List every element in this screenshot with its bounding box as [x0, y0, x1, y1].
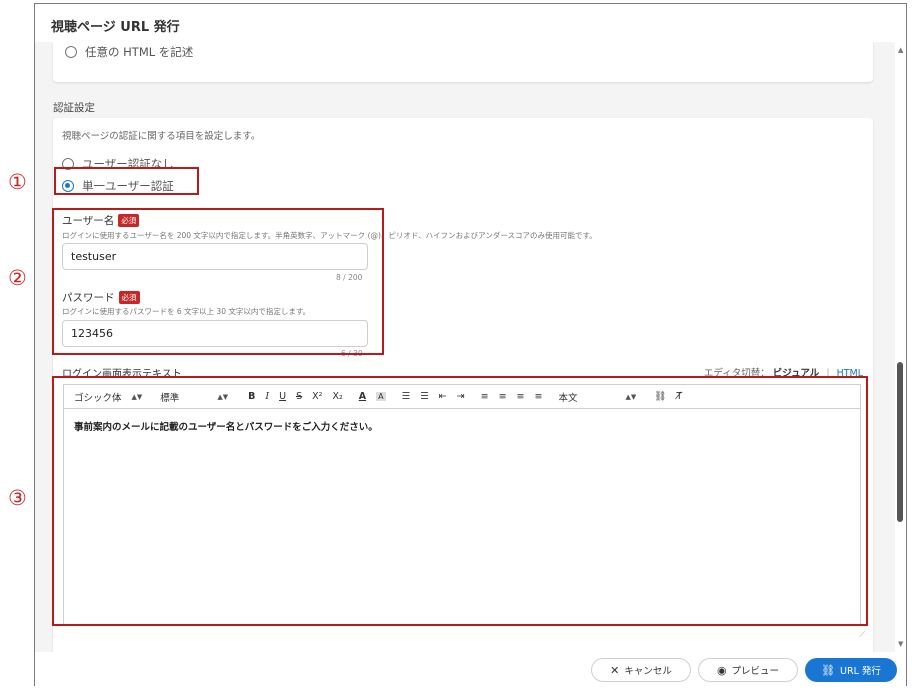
vertical-scrollbar[interactable]: ▲ ▼	[895, 42, 906, 652]
annotation-number-3: ③	[8, 486, 27, 510]
scrollbar-thumb[interactable]	[897, 362, 903, 522]
auth-description: 視聴ページの認証に関する項目を設定します。	[62, 131, 261, 142]
annotation-number-2: ②	[8, 266, 27, 290]
close-icon: ✕	[610, 663, 620, 677]
annotation-box-1	[54, 167, 199, 195]
annotation-box-3	[52, 376, 868, 626]
display-settings-card: 任意の HTML を記述	[53, 42, 873, 82]
link-icon: ⛓	[821, 663, 836, 677]
preview-button[interactable]: ◉ プレビュー	[698, 658, 798, 682]
resize-handle-icon[interactable]: ⟋	[859, 630, 865, 640]
eye-icon: ◉	[716, 663, 727, 677]
radio-custom-html[interactable]: 任意の HTML を記述	[65, 44, 193, 60]
cancel-button[interactable]: ✕ キャンセル	[591, 658, 691, 682]
scroll-up-icon[interactable]: ▲	[898, 46, 903, 54]
auth-section-label: 認証設定	[53, 102, 95, 114]
annotation-number-1: ①	[8, 170, 27, 194]
annotation-box-2	[52, 208, 384, 355]
scroll-down-icon[interactable]: ▼	[898, 640, 903, 648]
radio-button[interactable]	[65, 46, 77, 58]
dialog-title: 視聴ページ URL 発行	[51, 20, 180, 35]
issue-url-button[interactable]: ⛓ URL 発行	[805, 658, 897, 682]
dialog-footer: ✕ キャンセル ◉ プレビュー ⛓ URL 発行	[35, 652, 906, 686]
